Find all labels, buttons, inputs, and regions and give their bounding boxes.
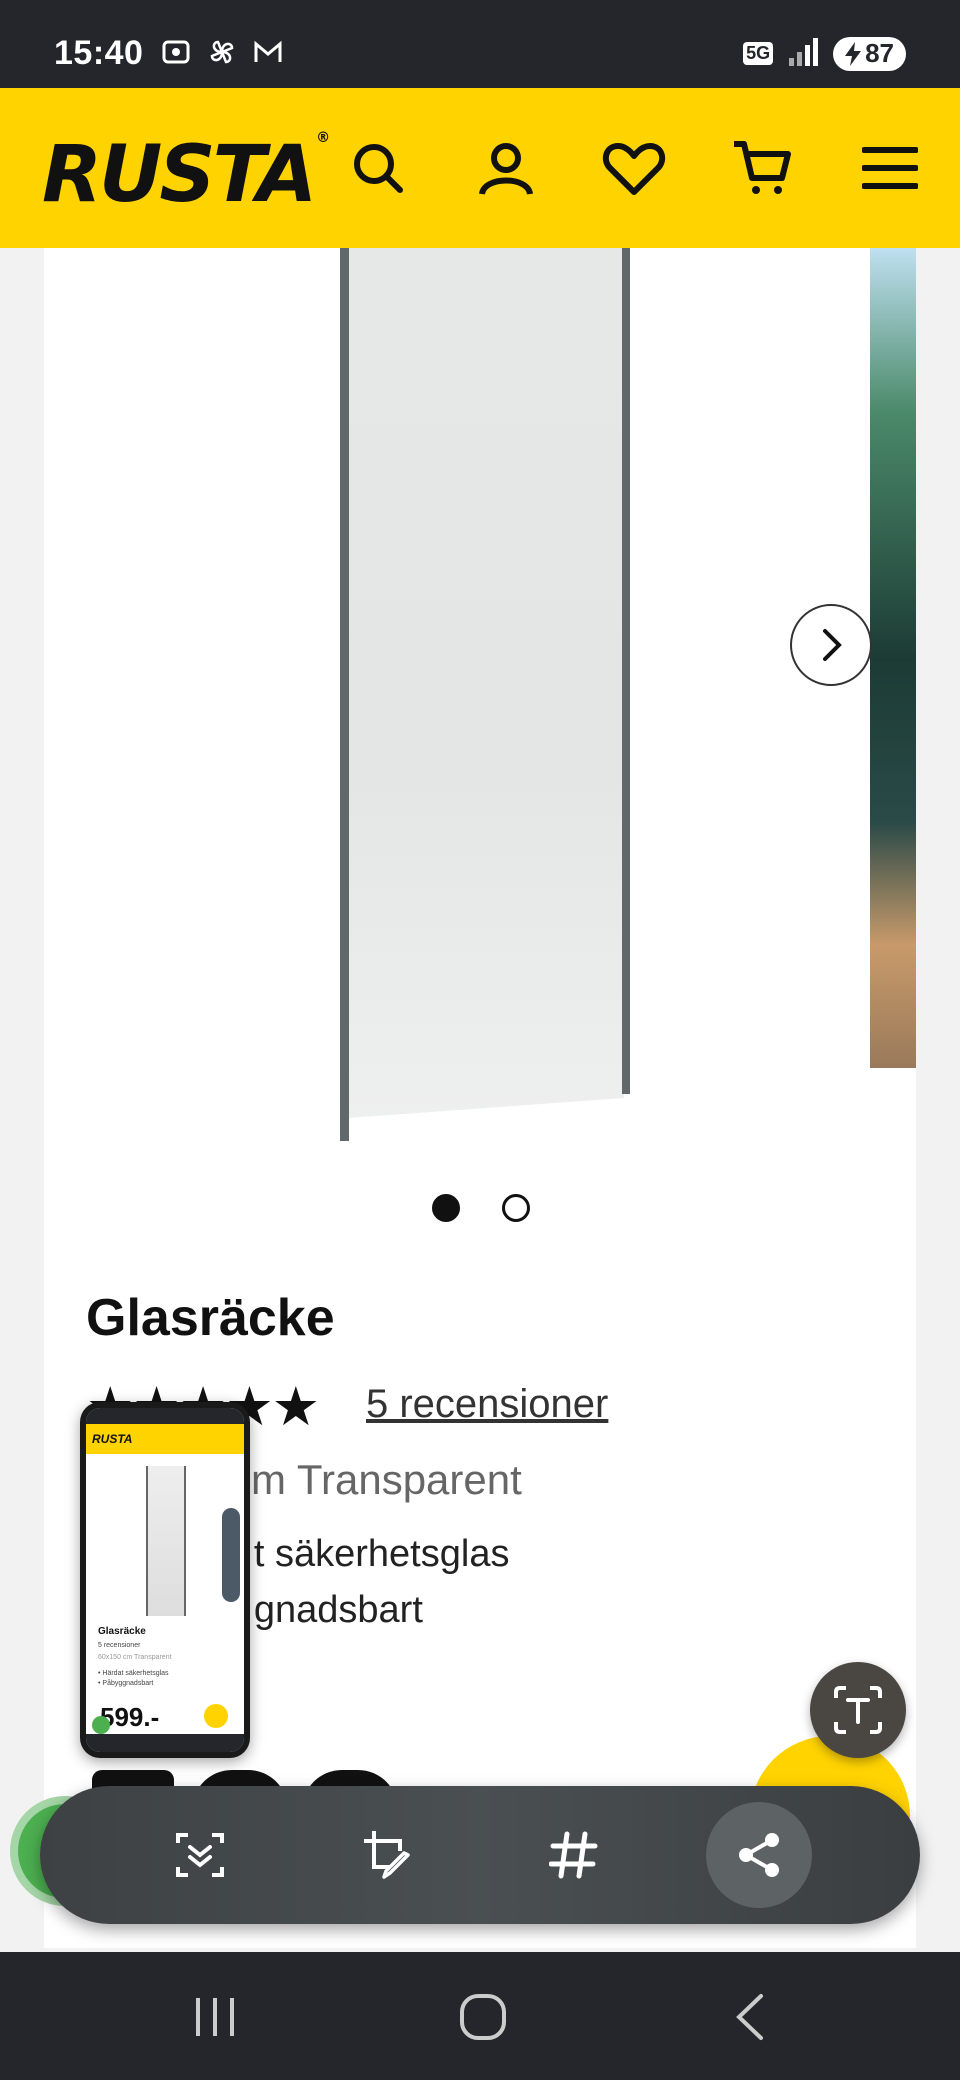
text-extract-icon (834, 1686, 882, 1734)
logo-text: RUSTA (42, 130, 317, 220)
site-header: RUSTA ® (0, 88, 960, 248)
edit-crop-icon (364, 1831, 410, 1879)
tag-button[interactable] (534, 1815, 614, 1895)
network-badge: 5G (743, 42, 774, 65)
status-time: 15:40 (54, 34, 144, 72)
recent-apps-icon (196, 1998, 234, 2036)
edit-crop-button[interactable] (348, 1815, 428, 1895)
charging-bolt-icon (845, 41, 862, 66)
product-image-carousel[interactable] (44, 248, 916, 1188)
feature-item: gnadsbart (230, 1582, 509, 1638)
chevron-right-icon (823, 629, 842, 661)
carousel-next-button[interactable] (790, 604, 872, 686)
product-image-glass-panel (340, 248, 630, 1141)
battery-level: 87 (865, 38, 894, 68)
thumb-variant: 60x150 cm Transparent (98, 1654, 172, 1661)
battery-indicator: 87 (833, 36, 906, 71)
thumb-status-bar (86, 1408, 244, 1424)
screenshot-preview: RUSTA Glasräcke 5 recensioner 60x150 cm … (86, 1408, 244, 1752)
screenshot-thumbnail[interactable]: RUSTA Glasräcke 5 recensioner 60x150 cm … (80, 1402, 250, 1758)
back-button[interactable] (716, 1982, 786, 2052)
system-nav-bar (0, 1952, 960, 2080)
scroll-capture-button[interactable] (160, 1815, 240, 1895)
status-bar: 15:40 5G 87 (0, 0, 960, 88)
thumb-green-badge (92, 1716, 110, 1734)
home-icon (460, 1994, 506, 2040)
next-slide-preview (870, 248, 916, 1068)
thumb-nav-bar (86, 1734, 244, 1752)
cart-button[interactable] (726, 132, 798, 204)
carousel-dots (432, 1194, 530, 1222)
scroll-capture-icon (176, 1833, 224, 1877)
thumb-header: RUSTA (86, 1424, 244, 1454)
product-features: t säkerhetsglas gnadsbart (230, 1526, 510, 1638)
back-icon (736, 1994, 763, 2040)
logo-registered-mark: ® (316, 130, 330, 146)
thumb-product-image (146, 1466, 186, 1616)
hashtag-icon (549, 1831, 598, 1879)
share-button[interactable] (706, 1802, 812, 1908)
pinwheel-icon (206, 36, 238, 68)
share-icon (739, 1833, 779, 1877)
search-button[interactable] (342, 132, 414, 204)
thumb-bullet: • Påbyggnadsbart (98, 1680, 154, 1687)
account-button[interactable] (470, 132, 542, 204)
thumb-side-panel (222, 1508, 240, 1602)
status-right-icons: 5G 87 (743, 36, 906, 71)
cart-icon (734, 141, 791, 194)
menu-icon (862, 147, 918, 189)
account-icon (479, 143, 533, 196)
thumb-bullet: • Härdat säkerhetsglas (98, 1670, 169, 1677)
recent-apps-button[interactable] (180, 1982, 250, 2052)
screenshot-icon (160, 36, 192, 68)
product-variant: cm Transparent (230, 1456, 522, 1503)
wishlist-button[interactable] (598, 132, 670, 204)
product-title: Glasräcke (86, 1289, 335, 1347)
reviews-link[interactable]: 5 recensioner (366, 1382, 608, 1427)
carousel-dot-1[interactable] (432, 1194, 460, 1222)
thumb-chat-icon (204, 1704, 228, 1728)
thumb-title: Glasräcke (98, 1626, 146, 1637)
search-icon (354, 144, 403, 193)
status-notification-icons (160, 36, 284, 68)
thumb-reviews: 5 recensioner (98, 1642, 141, 1649)
carousel-dot-2[interactable] (502, 1194, 530, 1222)
feature-item: t säkerhetsglas (230, 1526, 510, 1582)
signal-icon (787, 36, 819, 71)
home-button[interactable] (448, 1982, 518, 2052)
heart-icon (602, 143, 666, 195)
screenshot-toolbar (40, 1786, 920, 1924)
rusta-logo[interactable]: RUSTA ® (42, 130, 330, 220)
extract-text-button[interactable] (810, 1662, 906, 1758)
menu-button[interactable] (854, 132, 926, 204)
gmail-icon (252, 36, 284, 68)
